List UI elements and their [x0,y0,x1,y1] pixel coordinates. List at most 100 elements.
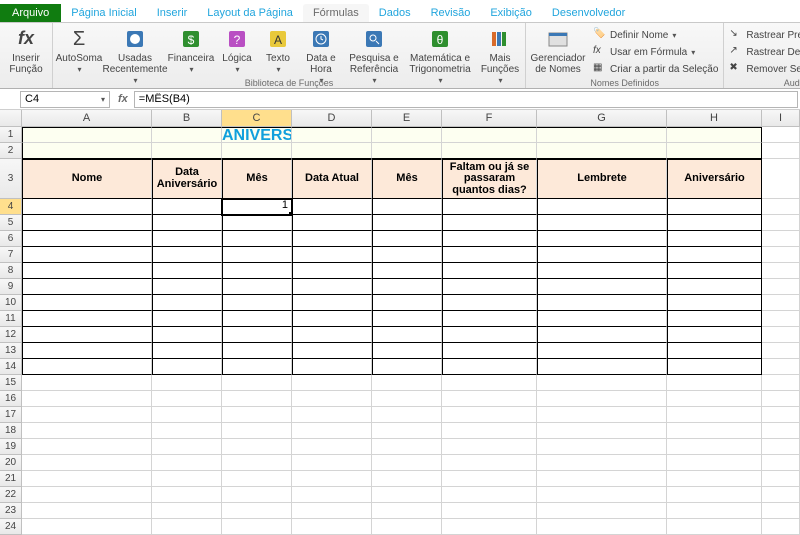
cell-E9[interactable] [372,279,442,295]
cell-I3[interactable] [762,159,800,199]
cell-H12[interactable] [667,327,762,343]
row-header[interactable]: 15 [0,375,22,391]
cell-H10[interactable] [667,295,762,311]
name-box[interactable]: C4 ▾ [20,91,110,108]
cell-I19[interactable] [762,439,800,455]
cell-I18[interactable] [762,423,800,439]
cell-A21[interactable] [22,471,152,487]
cell-G10[interactable] [537,295,667,311]
cell-E15[interactable] [372,375,442,391]
row-header[interactable]: 18 [0,423,22,439]
col-header-H[interactable]: H [667,110,762,126]
tab-formulas[interactable]: Fórmulas [303,4,369,22]
cell-H24[interactable] [667,519,762,535]
cell-I10[interactable] [762,295,800,311]
cell-A22[interactable] [22,487,152,503]
cell-G7[interactable] [537,247,667,263]
cell-H19[interactable] [667,439,762,455]
cell-D19[interactable] [292,439,372,455]
cell-E14[interactable] [372,359,442,375]
cell-C15[interactable] [222,375,292,391]
cell-F22[interactable] [442,487,537,503]
cell-H1[interactable] [667,127,762,143]
cell-C7[interactable] [222,247,292,263]
cell-C17[interactable] [222,407,292,423]
cell-D8[interactable] [292,263,372,279]
cell-B9[interactable] [152,279,222,295]
fx-button[interactable]: fx [112,93,134,105]
cell-I9[interactable] [762,279,800,295]
cell-F9[interactable] [442,279,537,295]
cell-I6[interactable] [762,231,800,247]
cell-H3[interactable]: Aniversário [667,159,762,199]
cell-G19[interactable] [537,439,667,455]
cell-I17[interactable] [762,407,800,423]
row-header[interactable]: 1 [0,127,22,143]
cell-H11[interactable] [667,311,762,327]
cell-F23[interactable] [442,503,537,519]
cell-I15[interactable] [762,375,800,391]
cell-A4[interactable] [22,199,152,215]
cell-H14[interactable] [667,359,762,375]
cell-F14[interactable] [442,359,537,375]
row-header[interactable]: 6 [0,231,22,247]
cell-C8[interactable] [222,263,292,279]
cell-A12[interactable] [22,327,152,343]
cell-D24[interactable] [292,519,372,535]
cell-I1[interactable] [762,127,800,143]
cell-E1[interactable] [372,127,442,143]
cell-G6[interactable] [537,231,667,247]
cell-G1[interactable] [537,127,667,143]
cell-B6[interactable] [152,231,222,247]
cell-G15[interactable] [537,375,667,391]
cell-A17[interactable] [22,407,152,423]
cell-C9[interactable] [222,279,292,295]
cell-D1[interactable] [292,127,372,143]
cell-A9[interactable] [22,279,152,295]
cell-D5[interactable] [292,215,372,231]
cell-B14[interactable] [152,359,222,375]
cell-G22[interactable] [537,487,667,503]
cell-H8[interactable] [667,263,762,279]
cell-C11[interactable] [222,311,292,327]
cell-B11[interactable] [152,311,222,327]
cell-H13[interactable] [667,343,762,359]
cell-A3[interactable]: Nome [22,159,152,199]
cell-C1[interactable]: ANIVERSARIANTES DO MÊS [222,127,292,143]
cell-G20[interactable] [537,455,667,471]
worksheet[interactable]: A B C D E F G H I 1234567891011121314151… [0,110,800,535]
cell-E12[interactable] [372,327,442,343]
cell-H16[interactable] [667,391,762,407]
cell-E16[interactable] [372,391,442,407]
tab-developer[interactable]: Desenvolvedor [542,4,635,22]
cell-H7[interactable] [667,247,762,263]
cell-A7[interactable] [22,247,152,263]
cell-G13[interactable] [537,343,667,359]
cell-C10[interactable] [222,295,292,311]
cell-C2[interactable] [222,143,292,159]
cell-H15[interactable] [667,375,762,391]
cell-A18[interactable] [22,423,152,439]
cell-C23[interactable] [222,503,292,519]
cell-B20[interactable] [152,455,222,471]
cell-G23[interactable] [537,503,667,519]
cell-F13[interactable] [442,343,537,359]
cell-A19[interactable] [22,439,152,455]
cell-E7[interactable] [372,247,442,263]
cell-C12[interactable] [222,327,292,343]
row-header[interactable]: 3 [0,159,22,199]
cell-C13[interactable] [222,343,292,359]
cell-D11[interactable] [292,311,372,327]
cell-D14[interactable] [292,359,372,375]
cell-C22[interactable] [222,487,292,503]
cell-F2[interactable] [442,143,537,159]
cell-D16[interactable] [292,391,372,407]
col-header-I[interactable]: I [762,110,800,126]
cell-B21[interactable] [152,471,222,487]
cell-I16[interactable] [762,391,800,407]
row-header[interactable]: 12 [0,327,22,343]
autosum-button[interactable]: Σ AutoSoma▾ [55,25,103,75]
cell-D3[interactable]: Data Atual [292,159,372,199]
tab-page-layout[interactable]: Layout da Página [197,4,303,22]
cell-A5[interactable] [22,215,152,231]
